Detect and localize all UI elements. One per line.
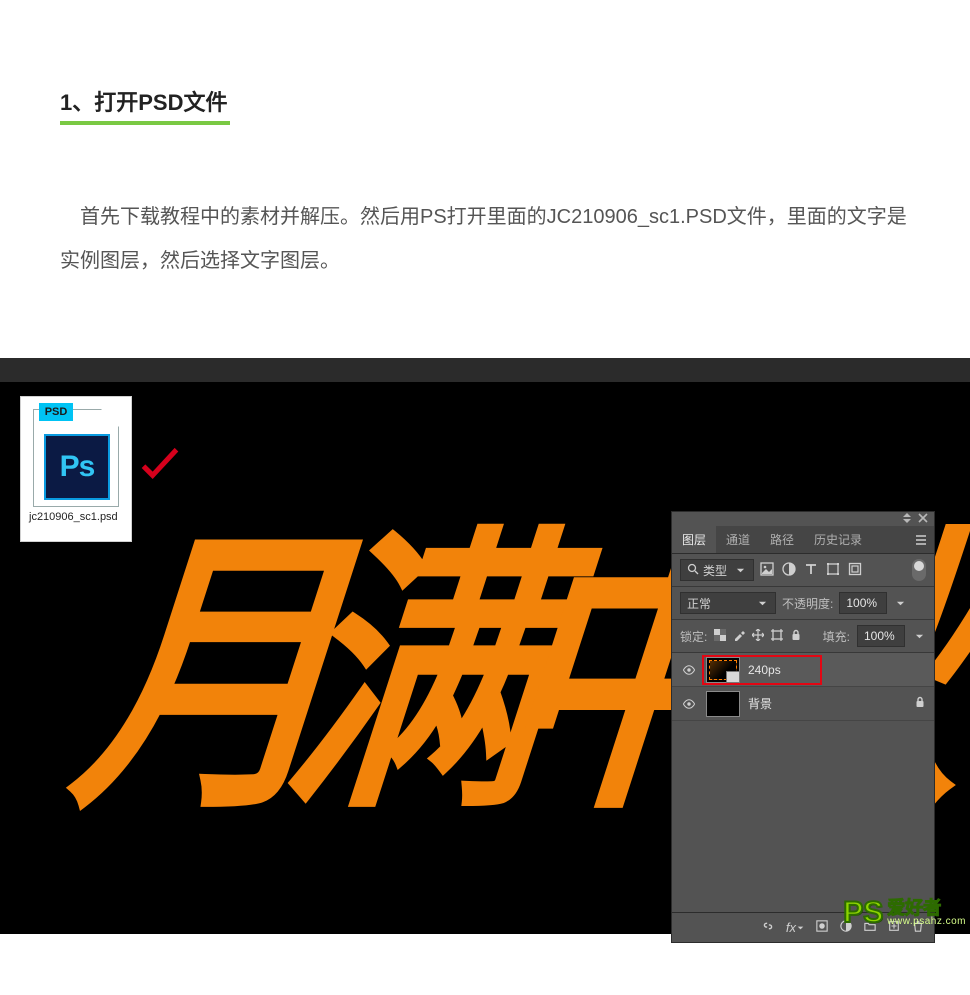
tab-layers[interactable]: 图层 [672, 526, 716, 553]
layer-thumb-bg [706, 691, 740, 717]
checkmark-icon [138, 446, 182, 486]
watermark-logo: PS [843, 896, 883, 930]
lock-pixels-icon[interactable] [733, 629, 745, 644]
layer-mask-icon[interactable] [816, 920, 828, 935]
layer-row[interactable]: 背景 [672, 687, 934, 721]
panel-tabs: 图层 通道 路径 历史记录 [672, 526, 934, 554]
layer-name: 背景 [748, 695, 772, 712]
filter-pixel-icon[interactable] [760, 562, 774, 579]
watermark-zh: 爱好者 [887, 899, 966, 917]
blend-mode-dropdown[interactable]: 正常 [680, 592, 776, 614]
panel-menu-icon[interactable] [908, 526, 934, 553]
layer-fx-icon[interactable]: fx [786, 920, 804, 935]
lock-icon [914, 696, 926, 711]
heading-underline [60, 121, 230, 125]
chevron-down-icon [755, 599, 769, 608]
chevron-down-icon [733, 566, 747, 575]
layers-panel: 图层 通道 路径 历史记录 类型 [672, 512, 934, 942]
filter-type-label: 类型 [703, 562, 727, 579]
file-shape: Ps [33, 409, 119, 507]
step-heading: 1、打开PSD文件 [60, 85, 910, 125]
lock-position-icon[interactable] [752, 629, 764, 644]
visibility-icon[interactable] [680, 664, 698, 676]
layers-list: 240ps 背景 [672, 653, 934, 912]
artwork-text: 月满中秋 [46, 530, 734, 990]
opacity-value: 100% [846, 596, 877, 610]
blend-row: 正常 不透明度: 100% [672, 587, 934, 620]
tab-history[interactable]: 历史记录 [804, 526, 872, 553]
collapse-icon[interactable] [902, 512, 912, 526]
chevron-down-icon[interactable] [893, 599, 907, 608]
opacity-label: 不透明度: [782, 595, 833, 612]
tab-paths[interactable]: 路径 [760, 526, 804, 553]
watermark-url: www.psahz.com [887, 917, 966, 927]
lock-label: 锁定: [680, 628, 707, 645]
lock-artboard-icon[interactable] [771, 629, 783, 644]
lock-all-icon[interactable] [790, 629, 802, 644]
lock-row: 锁定: 填充: 100% [672, 620, 934, 653]
link-layers-icon[interactable] [762, 920, 774, 935]
filter-toggle[interactable] [912, 559, 926, 581]
layer-filter-row: 类型 [672, 554, 934, 587]
psd-file-icon: PSD Ps [33, 403, 119, 507]
filter-adjust-icon[interactable] [782, 562, 796, 579]
search-icon [687, 563, 699, 578]
psd-filename: jc210906_sc1.psd [21, 507, 131, 524]
layer-name: 240ps [748, 663, 781, 677]
chevron-down-icon[interactable] [912, 632, 926, 641]
filter-smart-icon[interactable] [848, 562, 862, 579]
opacity-input[interactable]: 100% [839, 592, 887, 614]
layer-row[interactable]: 240ps [672, 653, 934, 687]
fill-input[interactable]: 100% [857, 625, 905, 647]
filter-text-icon[interactable] [804, 562, 818, 579]
layer-thumb-smart [706, 657, 740, 683]
blend-mode-value: 正常 [687, 595, 711, 612]
psd-badge: PSD [39, 403, 73, 421]
lock-transparent-icon[interactable] [714, 629, 726, 644]
photoshop-area: PSD Ps jc210906_sc1.psd 月满中秋 [0, 358, 970, 928]
ps-logo: Ps [44, 434, 110, 500]
watermark: PS 爱好者 www.psahz.com [843, 896, 966, 930]
step-paragraph: 首先下载教程中的素材并解压。然后用PS打开里面的JC210906_sc1.PSD… [60, 195, 910, 283]
heading-text: 1、打开PSD文件 [60, 85, 910, 117]
visibility-icon[interactable] [680, 698, 698, 710]
filter-type-dropdown[interactable]: 类型 [680, 559, 754, 581]
close-icon[interactable] [918, 512, 928, 526]
fill-label: 填充: [823, 628, 850, 645]
psd-file-thumb[interactable]: PSD Ps jc210906_sc1.psd [20, 396, 132, 542]
fill-value: 100% [864, 629, 895, 643]
filter-icons [760, 562, 862, 579]
canvas: PSD Ps jc210906_sc1.psd 月满中秋 [0, 382, 970, 934]
filter-shape-icon[interactable] [826, 562, 840, 579]
tab-channels[interactable]: 通道 [716, 526, 760, 553]
panel-topbar [672, 512, 934, 526]
